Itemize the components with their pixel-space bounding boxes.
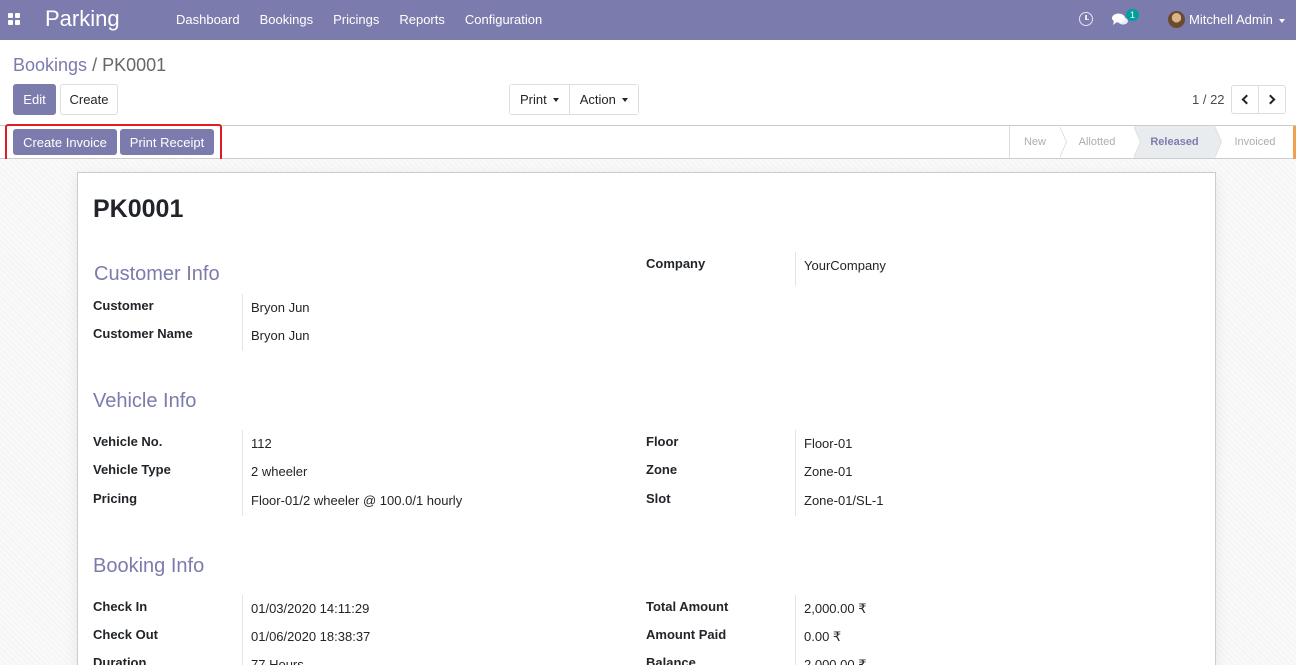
breadcrumb-parent-link[interactable]: Bookings <box>13 55 87 75</box>
apps-menu-icon[interactable] <box>8 13 20 25</box>
pager-next-button[interactable] <box>1258 85 1286 114</box>
activity-clock-icon[interactable] <box>1079 12 1093 26</box>
menu-item-dashboard[interactable]: Dashboard <box>166 0 250 40</box>
customer-label: Customer <box>93 298 154 313</box>
breadcrumb-current: PK0001 <box>102 55 167 75</box>
stage-invoiced[interactable]: Invoiced <box>1215 126 1295 158</box>
vehicle-type-label: Vehicle Type <box>93 462 171 477</box>
stage-label: New <box>1023 136 1046 148</box>
breadcrumb-separator: / <box>92 55 98 75</box>
balance-label: Balance <box>646 655 696 665</box>
field-divider <box>242 595 243 665</box>
stage-label: Invoiced <box>1234 136 1276 148</box>
pager-value[interactable]: 1 / 22 <box>1192 92 1225 107</box>
user-avatar[interactable] <box>1168 11 1185 28</box>
duration-field[interactable]: 77 Hours <box>251 657 304 665</box>
stage-label: Released <box>1150 136 1199 148</box>
stage-pipeline: New Allotted Released Invoiced <box>1009 126 1295 158</box>
stage-new[interactable]: New <box>1010 126 1067 158</box>
menu-item-reports[interactable]: Reports <box>389 0 455 40</box>
company-field[interactable]: YourCompany <box>804 258 886 273</box>
print-label: Print <box>520 92 547 107</box>
pricing-label: Pricing <box>93 491 138 506</box>
vehicle-type-field[interactable]: 2 wheeler <box>251 464 307 479</box>
action-dropdown[interactable]: Action <box>568 85 638 114</box>
field-divider <box>795 595 796 665</box>
create-button[interactable]: Create <box>60 84 118 115</box>
zone-field[interactable]: Zone-01 <box>804 464 852 479</box>
user-name-label: Mitchell Admin <box>1189 12 1273 27</box>
amount-paid-field[interactable]: 0.00 ₹ <box>804 629 841 645</box>
main-menu: Dashboard Bookings Pricings Reports Conf… <box>166 0 552 40</box>
pricing-field[interactable]: Floor-01/2 wheeler @ 100.0/1 hourly <box>251 493 462 508</box>
customer-field[interactable]: Bryon Jun <box>251 300 310 315</box>
vehicle-no-field[interactable]: 112 <box>251 436 272 451</box>
chevron-left-icon <box>1241 94 1252 105</box>
field-divider <box>795 430 796 516</box>
field-divider <box>795 252 796 286</box>
booking-info-title: Booking Info <box>93 555 205 577</box>
slot-label: Slot <box>646 491 671 506</box>
slot-field[interactable]: Zone-01/SL-1 <box>804 493 884 508</box>
chevron-right-icon <box>1265 94 1276 105</box>
chevron-down-icon <box>621 97 628 102</box>
field-divider <box>242 294 243 351</box>
floor-field[interactable]: Floor-01 <box>804 436 852 451</box>
vehicle-no-label: Vehicle No. <box>93 434 163 449</box>
pager-previous-button[interactable] <box>1231 85 1259 114</box>
record-title: PK0001 <box>93 195 184 223</box>
menu-item-pricings[interactable]: Pricings <box>323 0 389 40</box>
field-divider <box>242 430 243 516</box>
stage-allotted[interactable]: Allotted <box>1060 126 1141 158</box>
amount-paid-label: Amount Paid <box>646 627 727 642</box>
check-out-label: Check Out <box>93 627 159 642</box>
check-in-field[interactable]: 01/03/2020 14:11:29 <box>251 601 369 616</box>
menu-item-bookings[interactable]: Bookings <box>250 0 323 40</box>
user-menu[interactable]: Mitchell Admin <box>1189 12 1285 27</box>
print-action-group: Print Action <box>509 84 639 115</box>
customer-name-field[interactable]: Bryon Jun <box>251 328 310 343</box>
vehicle-info-title: Vehicle Info <box>93 390 197 412</box>
form-sheet <box>77 172 1216 665</box>
breadcrumb: Bookings / PK0001 <box>13 55 166 76</box>
check-out-field[interactable]: 01/06/2020 18:38:37 <box>251 629 370 644</box>
customer-name-label: Customer Name <box>93 326 193 341</box>
total-amount-label: Total Amount <box>646 599 729 614</box>
messages-count-badge: 1 <box>1126 9 1140 21</box>
balance-field[interactable]: 2,000.00 ₹ <box>804 657 867 665</box>
action-label: Action <box>579 92 616 107</box>
chevron-down-icon <box>552 97 559 102</box>
stage-label: Allotted <box>1078 136 1116 148</box>
stage-released[interactable]: Released <box>1134 126 1222 158</box>
print-dropdown[interactable]: Print <box>510 85 569 114</box>
edit-button[interactable]: Edit <box>13 84 56 115</box>
customer-info-title: Customer Info <box>94 263 220 285</box>
app-name[interactable]: Parking <box>45 6 120 32</box>
company-label: Company <box>646 256 706 271</box>
menu-item-configuration[interactable]: Configuration <box>455 0 552 40</box>
chevron-down-icon <box>1278 18 1285 23</box>
floor-label: Floor <box>646 434 679 449</box>
total-amount-field[interactable]: 2,000.00 ₹ <box>804 601 867 617</box>
check-in-label: Check In <box>93 599 148 614</box>
highlight-annotation-box <box>5 124 222 164</box>
duration-label: Duration <box>93 655 147 665</box>
top-navbar: Parking Dashboard Bookings Pricings Repo… <box>0 0 1296 40</box>
zone-label: Zone <box>646 462 678 477</box>
